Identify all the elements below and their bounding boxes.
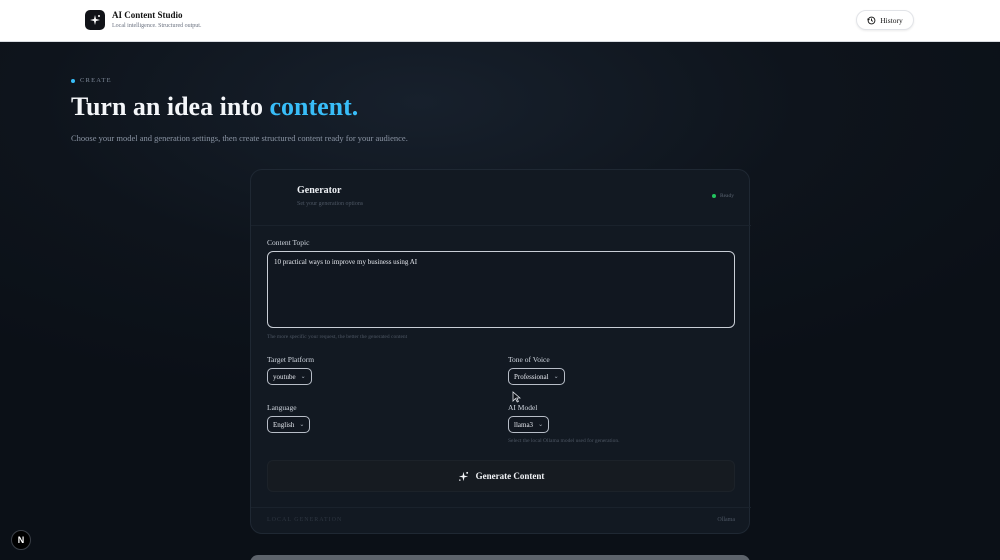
generate-content-button[interactable]: Generate Content <box>267 460 735 492</box>
headline-main: Turn an idea into <box>71 92 270 121</box>
page-title: Turn an idea into content. <box>71 92 358 122</box>
chevron-down-icon: ⌄ <box>300 374 306 380</box>
generator-card: Generator Set your generation options Re… <box>250 169 751 535</box>
footer-mode-label: LOCAL GENERATION <box>267 517 343 523</box>
chevron-down-icon: ⌄ <box>538 422 544 428</box>
top-bar: AI Content Studio Local intelligence. St… <box>0 0 1000 42</box>
brand-subtitle: Local intelligence. Structured output. <box>112 23 202 29</box>
generator-card-footer: LOCAL GENERATION Ollama <box>251 507 751 535</box>
generate-content-label: Generate Content <box>475 471 545 481</box>
language-value: English <box>273 420 295 429</box>
generator-title: Generator <box>297 185 342 196</box>
ai-model-hint: Select the local Ollama model used for g… <box>508 438 620 444</box>
history-button[interactable]: History <box>856 10 914 30</box>
ai-model-value: llama3 <box>514 420 534 429</box>
language-select[interactable]: English ⌄ <box>267 416 311 433</box>
tone-of-voice-label: Tone of Voice <box>508 355 550 364</box>
generator-card-header: Generator Set your generation options Re… <box>251 170 751 226</box>
footer-engine-label: Ollama <box>717 517 735 523</box>
headline-accent: content. <box>269 92 359 121</box>
status-label: Ready <box>719 193 734 199</box>
tone-of-voice-select[interactable]: Professional ⌄ <box>508 368 565 385</box>
content-topic-hint: The more specific your request, the bett… <box>267 334 408 340</box>
target-platform-select[interactable]: youtube ⌄ <box>267 368 312 385</box>
eyebrow-dot-icon <box>71 78 75 83</box>
ai-model-label: AI Model <box>508 403 538 412</box>
mouse-cursor-icon <box>512 391 521 403</box>
chevron-down-icon: ⌄ <box>299 422 305 428</box>
target-platform-value: youtube <box>273 372 296 381</box>
generator-subtitle: Set your generation options <box>297 201 364 207</box>
ai-model-select[interactable]: llama3 ⌄ <box>508 416 550 433</box>
content-topic-input[interactable] <box>267 251 735 328</box>
dev-tools-badge[interactable]: N <box>11 530 31 550</box>
chevron-down-icon: ⌄ <box>553 374 559 380</box>
next-card-edge <box>250 555 750 560</box>
target-platform-label: Target Platform <box>267 355 315 364</box>
section-eyebrow: CREATE <box>71 77 112 84</box>
history-label: History <box>880 15 903 25</box>
tone-of-voice-value: Professional <box>514 372 549 381</box>
status-badge: Ready <box>711 193 734 199</box>
sparkle-logo-icon <box>85 10 105 30</box>
brand-title: AI Content Studio <box>112 10 183 20</box>
status-dot-icon <box>711 194 716 198</box>
history-icon <box>867 16 876 24</box>
sparkle-icon <box>458 471 468 481</box>
eyebrow-label: CREATE <box>80 77 112 84</box>
content-topic-label: Content Topic <box>267 238 310 247</box>
language-label: Language <box>267 403 297 412</box>
page-description: Choose your model and generation setting… <box>71 133 408 143</box>
